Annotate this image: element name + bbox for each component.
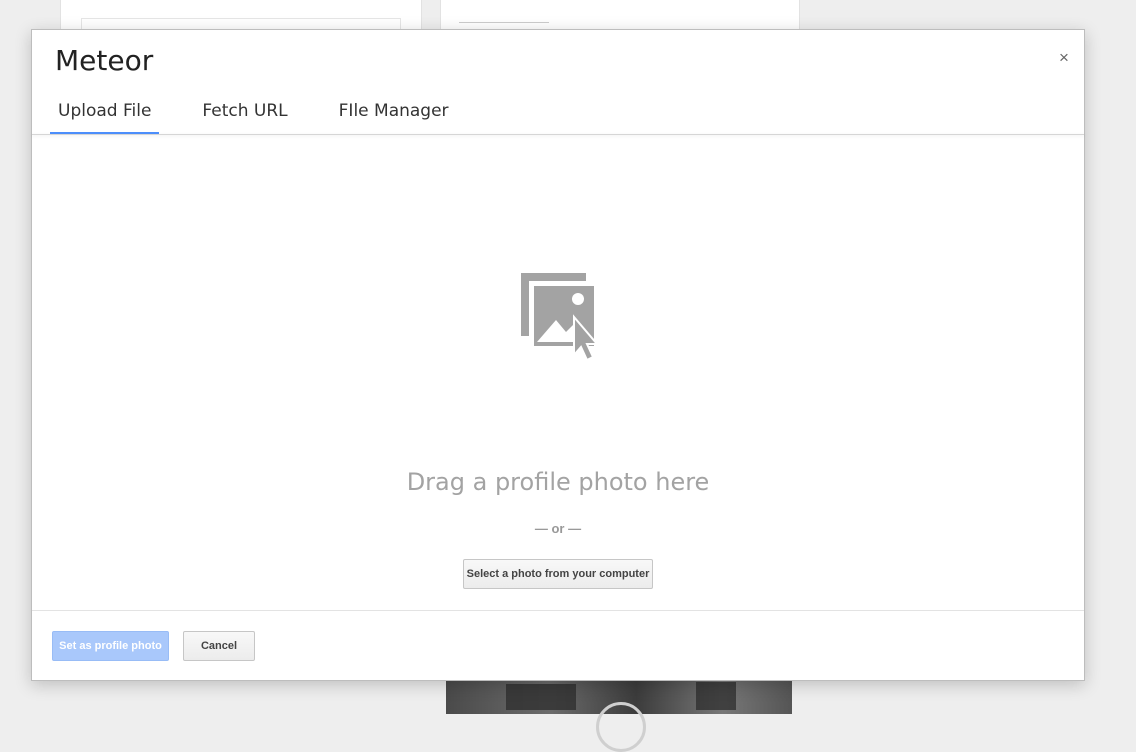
background-card-left	[60, 0, 422, 33]
tab-upload-file[interactable]: Upload File	[50, 96, 160, 134]
background-photo	[446, 680, 792, 752]
drag-instructions: Drag a profile photo here	[406, 468, 710, 496]
or-separator: — or —	[534, 521, 582, 536]
close-icon[interactable]: ×	[1056, 48, 1072, 68]
tab-fetch-url[interactable]: Fetch URL	[194, 96, 295, 134]
footer-divider	[32, 610, 1084, 611]
photo-upload-icon	[518, 270, 600, 362]
dialog-title: Meteor	[55, 44, 154, 77]
photo-dropzone[interactable]: Drag a profile photo here — or — Select …	[32, 135, 1084, 610]
tab-file-manager[interactable]: FIle Manager	[331, 96, 457, 134]
background-card-right	[440, 0, 800, 31]
set-profile-photo-button[interactable]: Set as profile photo	[52, 631, 169, 661]
cancel-button[interactable]: Cancel	[183, 631, 255, 661]
upload-photo-dialog: Meteor × Upload File Fetch URL FIle Mana…	[31, 29, 1085, 681]
background-text	[459, 22, 549, 29]
select-photo-button[interactable]: Select a photo from your computer	[463, 559, 653, 589]
dialog-tabs: Upload File Fetch URL FIle Manager	[50, 96, 492, 134]
